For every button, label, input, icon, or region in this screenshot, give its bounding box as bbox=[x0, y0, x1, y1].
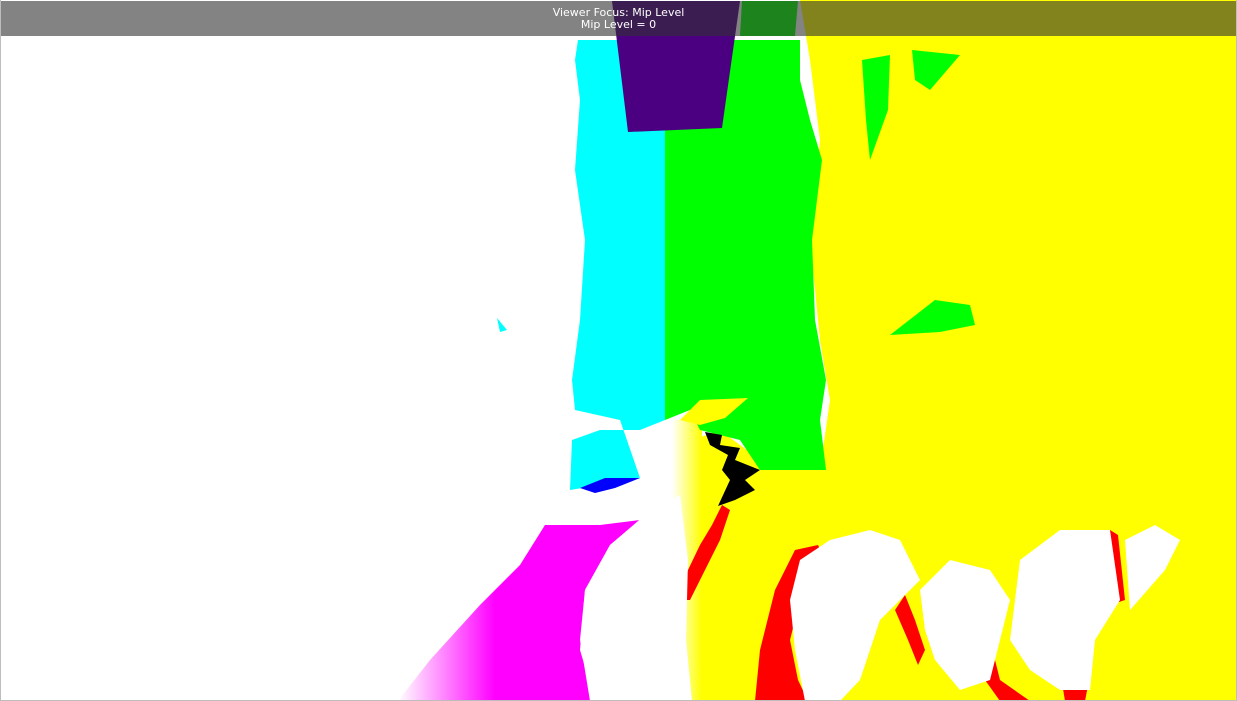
mip-visualization bbox=[0, 0, 1237, 701]
viewer-status-overlay: Viewer Focus: Mip Level Mip Level = 0 bbox=[0, 1, 1237, 36]
mip-level-viewport[interactable]: Viewer Focus: Mip Level Mip Level = 0 bbox=[0, 0, 1237, 701]
mip-level-label: Mip Level = 0 bbox=[580, 18, 657, 31]
